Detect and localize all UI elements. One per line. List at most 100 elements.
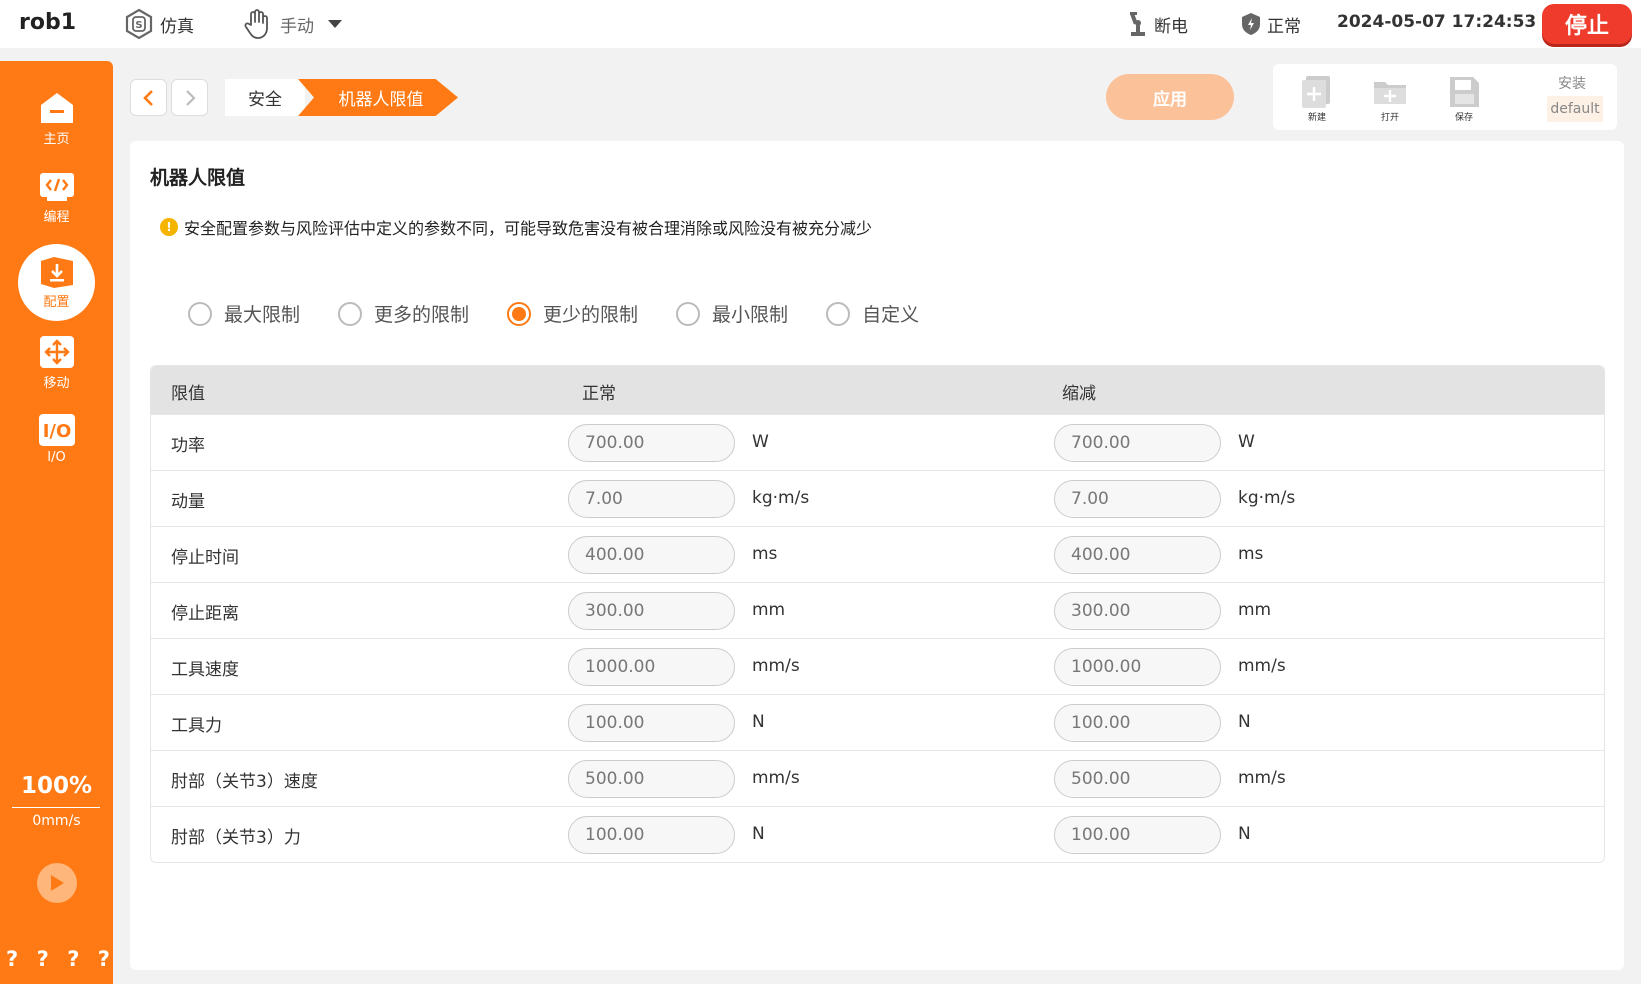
limit-name: 停止时间	[171, 548, 239, 568]
file-toolbar: 新建 打开 保存 安装 default	[1273, 64, 1617, 130]
table-row: 功率 W W	[151, 414, 1604, 470]
page-title: 机器人限值	[150, 167, 246, 189]
radio-button[interactable]	[188, 301, 212, 326]
normal-value-input[interactable]	[568, 592, 735, 630]
sidebar-item-label: 配置	[43, 295, 70, 310]
limits-table: 限值 正常 缩减 功率 W W 动量 kg·m/s kg·m/s 停止时间 ms…	[150, 365, 1605, 863]
stop-button[interactable]: 停止	[1542, 4, 1632, 44]
radio-button[interactable]	[507, 301, 532, 326]
sidebar-item-label: 编程	[43, 210, 70, 225]
radio-button[interactable]	[338, 301, 363, 326]
sidebar-item-move[interactable]: 移动	[0, 335, 113, 391]
status-indicator: ?	[36, 947, 49, 971]
new-button[interactable]: 新建	[1292, 74, 1342, 123]
reduced-value-input[interactable]	[1054, 424, 1221, 462]
normal-value-input[interactable]	[568, 816, 735, 854]
warning-message: ! 安全配置参数与风险评估中定义的参数不同，可能导致危害没有被合理消除或风险没有…	[160, 215, 872, 239]
speed-percent[interactable]: 100%	[0, 773, 113, 799]
sidebar-item-home[interactable]: 主页	[0, 91, 113, 147]
status-indicator: ?	[6, 947, 19, 971]
back-button[interactable]	[130, 79, 167, 116]
preset-custom[interactable]: 自定义	[826, 300, 919, 327]
preset-label: 更多的限制	[374, 304, 470, 326]
breadcrumb-robot-limits[interactable]: 机器人限值	[298, 79, 458, 116]
svg-text:I/O: I/O	[42, 421, 71, 442]
reduced-value-input[interactable]	[1054, 592, 1221, 630]
sidebar-item-program[interactable]: 编程	[0, 171, 113, 225]
preset-less[interactable]: 更少的限制	[507, 300, 638, 327]
normal-unit: N	[752, 712, 765, 732]
play-button[interactable]	[37, 863, 77, 903]
control-mode-label: 手动	[280, 16, 314, 37]
sidebar: 主页 编程 配置 移动 I/O I/O 100% 0mm/s ? ? ? ?	[0, 61, 113, 984]
table-row: 工具速度 mm/s mm/s	[151, 638, 1604, 694]
preset-min[interactable]: 最小限制	[676, 300, 788, 327]
install-value[interactable]: default	[1547, 96, 1603, 122]
reduced-unit: kg·m/s	[1238, 488, 1296, 508]
preset-more[interactable]: 更多的限制	[338, 300, 469, 327]
io-icon: I/O	[38, 414, 75, 446]
reduced-value-input[interactable]	[1054, 480, 1221, 518]
column-header-reduced: 缩减	[1062, 384, 1096, 404]
safety-status: 正常	[1241, 8, 1301, 40]
preset-label: 最小限制	[712, 304, 789, 326]
install-label: 安装	[1558, 76, 1586, 92]
normal-value-input[interactable]	[568, 480, 735, 518]
sidebar-item-label: I/O	[47, 450, 66, 465]
open-button[interactable]: 打开	[1365, 74, 1415, 123]
move-icon	[39, 336, 74, 368]
normal-value-input[interactable]	[568, 536, 735, 574]
robot-name: rob1	[19, 10, 77, 35]
normal-unit: mm	[752, 600, 786, 620]
normal-unit: W	[752, 432, 769, 452]
reduced-value-input[interactable]	[1054, 536, 1221, 574]
folder-icon	[1374, 82, 1406, 104]
code-icon	[39, 173, 74, 201]
config-icon	[40, 257, 73, 288]
save-icon	[1450, 77, 1479, 107]
new-label: 新建	[1307, 113, 1326, 123]
apply-button[interactable]: 应用	[1106, 74, 1234, 120]
limit-name: 工具力	[171, 716, 222, 736]
normal-value-input[interactable]	[568, 424, 735, 462]
reduced-value-input[interactable]	[1054, 816, 1221, 854]
status-indicator: ?	[67, 947, 80, 971]
normal-unit: mm/s	[752, 768, 800, 788]
new-file-icon	[1302, 76, 1330, 108]
limit-name: 停止距离	[171, 604, 239, 624]
top-bar: rob1 S 仿真 手动 断电 正常 2024-05-07 17:24:53 停…	[0, 0, 1641, 48]
table-row: 工具力 N N	[151, 694, 1604, 750]
sidebar-item-config[interactable]: 配置	[18, 244, 95, 321]
reduced-value-input[interactable]	[1054, 760, 1221, 798]
forward-button[interactable]	[171, 79, 208, 116]
sidebar-item-io[interactable]: I/O I/O	[0, 413, 113, 465]
sidebar-item-label: 移动	[43, 376, 70, 391]
normal-value-input[interactable]	[568, 704, 735, 742]
preset-max[interactable]: 最大限制	[188, 300, 300, 327]
play-icon	[51, 875, 64, 891]
robot-arm-icon	[1130, 12, 1145, 36]
hand-icon	[244, 9, 268, 39]
control-mode-dropdown[interactable]: 手动	[242, 8, 344, 40]
limit-name: 肘部（关节3）力	[171, 828, 301, 848]
reduced-unit: mm/s	[1238, 768, 1286, 788]
normal-value-input[interactable]	[568, 648, 735, 686]
table-row: 停止时间 ms ms	[151, 526, 1604, 582]
limit-name: 工具速度	[171, 660, 239, 680]
radio-button[interactable]	[676, 301, 701, 326]
simulation-mode[interactable]: S 仿真	[124, 8, 194, 40]
reduced-unit: N	[1238, 824, 1251, 844]
radio-button[interactable]	[826, 301, 851, 326]
breadcrumb-safety[interactable]: 安全	[225, 79, 305, 116]
preset-label: 最大限制	[224, 304, 301, 326]
normal-value-input[interactable]	[568, 760, 735, 798]
reduced-unit: ms	[1238, 544, 1264, 564]
reduced-value-input[interactable]	[1054, 704, 1221, 742]
reduced-value-input[interactable]	[1054, 648, 1221, 686]
status-label: 正常	[1267, 16, 1301, 37]
sidebar-item-label: 主页	[43, 132, 70, 147]
preset-label: 自定义	[862, 304, 920, 326]
power-label: 断电	[1154, 16, 1188, 37]
save-button[interactable]: 保存	[1439, 74, 1489, 123]
simulation-label: 仿真	[160, 16, 194, 37]
